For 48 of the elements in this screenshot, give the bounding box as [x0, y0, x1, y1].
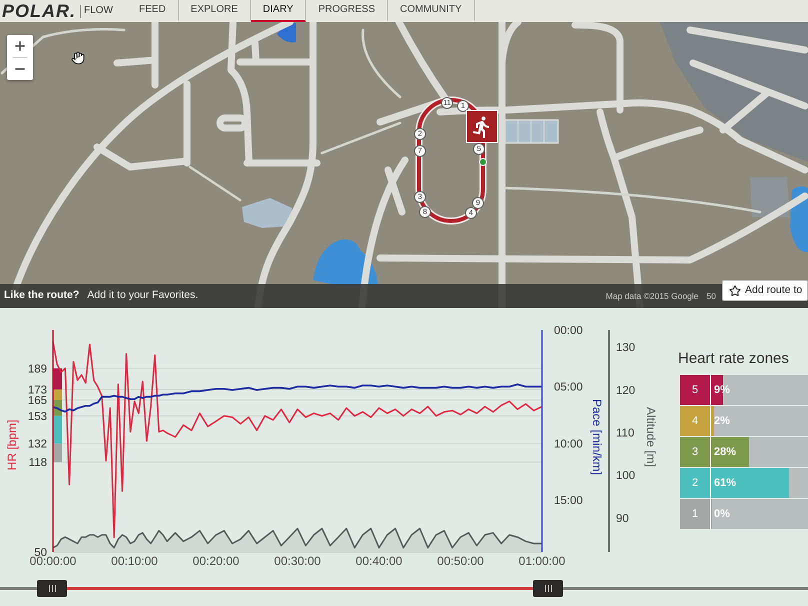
range-slider-rail	[0, 587, 37, 590]
time-tick-label: 00:10:00	[111, 554, 158, 568]
hr-axis-title: HR [bpm]	[5, 420, 19, 470]
zone-percent: 28%	[714, 445, 736, 459]
route-prompt-text: Add it to your Favorites.	[87, 288, 198, 304]
time-tick-label: 00:30:00	[274, 554, 321, 568]
pace-tick-label: 10:00	[554, 438, 583, 450]
runner-marker-icon[interactable]	[466, 110, 498, 143]
add-route-button[interactable]: Add route to	[722, 280, 808, 301]
hr-tick-label: 153	[28, 410, 47, 423]
pace-tick-label: 00:00	[554, 325, 583, 337]
zone-number: 2	[680, 468, 710, 498]
plus-icon	[13, 39, 27, 53]
pace-tick-label: 05:00	[554, 382, 583, 394]
altitude-tick-label: 110	[616, 427, 634, 440]
star-icon	[729, 284, 741, 296]
time-tick-label: 00:20:00	[192, 554, 240, 568]
zone-number: 4	[680, 406, 710, 436]
range-handle[interactable]	[37, 580, 67, 597]
hr-tick-label: 189	[28, 363, 47, 376]
altitude-tick-label: 90	[616, 512, 629, 525]
time-tick-label: 00:50:00	[437, 554, 484, 568]
map-attribution: Map data ©2015 Google	[606, 290, 699, 302]
hr-tick-label: 165	[28, 395, 47, 408]
hr-tick-label: 118	[28, 457, 47, 470]
range-handle[interactable]	[533, 580, 564, 597]
brand-logo[interactable]: POLAR.	[2, 2, 76, 20]
altitude-tick-label: 130	[616, 342, 636, 354]
zone-percent: 61%	[714, 476, 736, 490]
time-tick-label: 00:40:00	[356, 554, 402, 568]
pace-axis-title: Pace [min/km]	[590, 398, 604, 476]
zones-title: Heart rate zones	[678, 350, 790, 368]
altitude-tick-label: 120	[616, 384, 636, 397]
zone-number: 3	[680, 437, 710, 467]
zone-percent: 2%	[714, 414, 730, 428]
altitude-tick-label: 100	[616, 470, 636, 482]
zone-percent: 0%	[714, 507, 730, 521]
map-scale-label: 50	[706, 290, 716, 302]
pace-tick-label: 15:00	[554, 494, 583, 507]
product-name: FLOW	[84, 6, 113, 16]
zone-number: 5	[680, 375, 710, 405]
time-tick-label: 01:00:00	[518, 554, 566, 568]
hand-cursor-icon	[71, 51, 85, 65]
hr-tick-label: 132	[28, 438, 47, 451]
zone-number: 1	[680, 499, 710, 529]
hr-tick-label: 173	[28, 384, 47, 396]
altitude-axis-title: Altitude [m]	[644, 406, 658, 468]
route-prompt-question: Like the route?	[4, 288, 80, 304]
